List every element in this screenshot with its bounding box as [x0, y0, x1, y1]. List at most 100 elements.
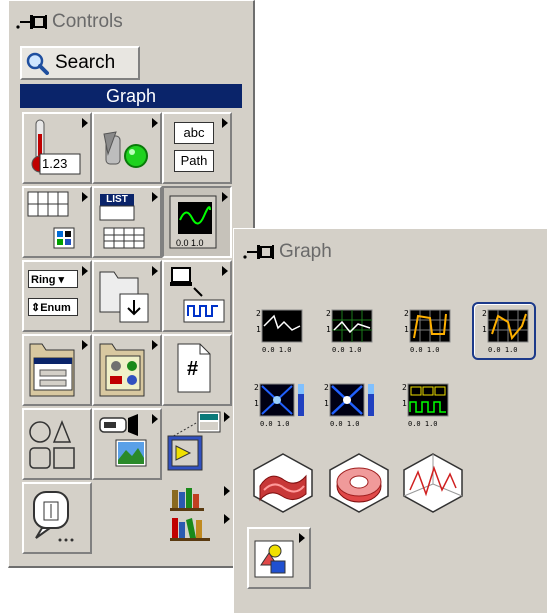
enum-control: ⇕Enum: [28, 298, 78, 316]
shapes-palette-button[interactable]: [22, 408, 92, 480]
3d-parametric-graph-icon: [329, 453, 389, 513]
decorations-palette-button[interactable]: #: [162, 334, 232, 406]
category-header: Graph: [20, 84, 242, 108]
submenu-arrow: [152, 414, 158, 424]
submenu-arrow: [152, 192, 158, 202]
svg-text:2: 2: [482, 309, 487, 318]
controls-palette-titlebar[interactable]: Controls: [15, 5, 123, 39]
waveform-graph-icon: 2 1 0.0 1.0: [326, 309, 373, 354]
decorations-hash: #: [187, 358, 199, 380]
folder-tab-icon: [99, 271, 149, 323]
numeric-icon-text: 1.23: [42, 156, 68, 171]
submenu-arrow: [222, 192, 228, 202]
submenu-arrow: [152, 340, 158, 350]
svg-text:2: 2: [404, 309, 409, 318]
dialog-controls-palette-button[interactable]: [22, 334, 92, 406]
graph-axis-label: 0.0 1.0: [176, 238, 204, 248]
3d-surface-graph-button[interactable]: [250, 450, 316, 516]
xy-graph-button[interactable]: 2 1 0.0 1.0: [396, 304, 458, 360]
svg-text:2: 2: [324, 383, 329, 392]
search-button[interactable]: Search: [20, 46, 140, 80]
dialog-window-icon: [29, 343, 75, 397]
user-libraries-palette-button[interactable]: [162, 482, 232, 554]
waveform-graph-button[interactable]: 2 1 0.0 1.0: [318, 304, 380, 360]
submenu-arrow: [299, 533, 305, 543]
ring-enum-palette-button[interactable]: Ring ▾ ⇕Enum: [22, 260, 92, 332]
3d-surface-graph-icon: [253, 453, 313, 513]
io-icon: [170, 267, 225, 323]
submenu-arrow: [82, 192, 88, 202]
svg-text:0.0 1.0: 0.0 1.0: [260, 420, 290, 428]
toggle-led-icon: [103, 131, 148, 168]
svg-text:1: 1: [256, 325, 261, 334]
svg-text:1: 1: [324, 399, 329, 408]
graph-palette-button[interactable]: 0.0 1.0: [162, 186, 232, 258]
svg-text:0.0 1.0: 0.0 1.0: [488, 346, 518, 354]
submenu-arrow: [152, 266, 158, 276]
digital-waveform-graph-button[interactable]: 2 1 0.0 1.0: [396, 378, 458, 434]
activex-palette-button[interactable]: [92, 408, 162, 480]
waveform-chart-button[interactable]: 2 1 0.0 1.0: [248, 304, 310, 360]
express-xy-graph-icon: 2 1 0.0 1.0: [482, 309, 529, 354]
svg-text:0.0 1.0: 0.0 1.0: [410, 346, 440, 354]
thermometer-numeric-icon: [31, 119, 81, 175]
svg-text:1: 1: [402, 399, 407, 408]
submenu-arrow: [222, 266, 228, 276]
intensity-graph-icon: 2 1 0.0 1.0: [324, 383, 374, 428]
search-button-label: Search: [55, 52, 116, 73]
submenu-arrow: [224, 486, 230, 496]
express-palette-button[interactable]: [162, 408, 232, 480]
svg-text:2: 2: [326, 309, 331, 318]
string-path-palette-button[interactable]: abc Path: [162, 112, 232, 184]
waveform-chart-icon: 2 1 0.0 1.0: [256, 309, 303, 354]
submenu-arrow: [222, 118, 228, 128]
containers-palette-button[interactable]: [92, 260, 162, 332]
activex-icon: [99, 414, 147, 467]
submenu-arrow-lower: [224, 514, 230, 524]
comment-palette-button[interactable]: [22, 482, 92, 554]
3d-curve-graph-icon: [403, 453, 463, 513]
svg-text:1: 1: [326, 325, 331, 334]
svg-text:0.0 1.0: 0.0 1.0: [262, 346, 292, 354]
io-palette-button[interactable]: [162, 260, 232, 332]
list-table-palette-button[interactable]: LIST: [92, 186, 162, 258]
submenu-arrow: [152, 118, 158, 128]
intensity-chart-button[interactable]: 2 1 0.0 1.0: [248, 378, 310, 434]
xy-graph-icon: 2 1 0.0 1.0: [404, 309, 451, 354]
svg-text:1: 1: [482, 325, 487, 334]
numeric-palette-button[interactable]: 1.23: [22, 112, 92, 184]
controls-palette-title: Controls: [52, 11, 123, 32]
svg-text:2: 2: [256, 309, 261, 318]
graph-palette-titlebar[interactable]: Graph: [242, 235, 332, 269]
submenu-arrow: [82, 340, 88, 350]
svg-text:1: 1: [404, 325, 409, 334]
submenu-arrow: [82, 266, 88, 276]
magnifier-icon: [26, 52, 49, 75]
svg-text:2: 2: [402, 383, 407, 392]
digital-waveform-graph-icon: 2 1 0.0 1.0: [402, 383, 449, 428]
boolean-palette-button[interactable]: [92, 112, 162, 184]
abc-field: abc: [174, 122, 214, 144]
svg-text:0.0 1.0: 0.0 1.0: [408, 420, 438, 428]
submenu-arrow: [224, 412, 230, 422]
controls-subpalette-button[interactable]: [247, 527, 311, 589]
intensity-chart-icon: 2 1 0.0 1.0: [254, 383, 304, 428]
shapes-icon: [29, 419, 75, 469]
path-field: Path: [174, 150, 214, 172]
express-xy-graph-button[interactable]: 2 1 0.0 1.0: [472, 302, 536, 360]
array-cluster-palette-button[interactable]: [22, 186, 92, 258]
3d-parametric-graph-button[interactable]: [326, 450, 392, 516]
ring-control: Ring ▾: [28, 270, 78, 288]
graph-palette-title: Graph: [279, 241, 332, 262]
pushpin-icon[interactable]: [15, 11, 51, 33]
pushpin-icon[interactable]: [242, 241, 278, 263]
refnum-palette-button[interactable]: [92, 334, 162, 406]
svg-text:1: 1: [254, 399, 259, 408]
express-icon: [167, 411, 221, 471]
submenu-arrow: [82, 118, 88, 128]
books-icon: [170, 488, 210, 541]
svg-text:0.0 1.0: 0.0 1.0: [332, 346, 362, 354]
svg-text:0.0 1.0: 0.0 1.0: [330, 420, 360, 428]
intensity-graph-button[interactable]: 2 1 0.0 1.0: [318, 378, 380, 434]
3d-curve-graph-button[interactable]: [400, 450, 466, 516]
